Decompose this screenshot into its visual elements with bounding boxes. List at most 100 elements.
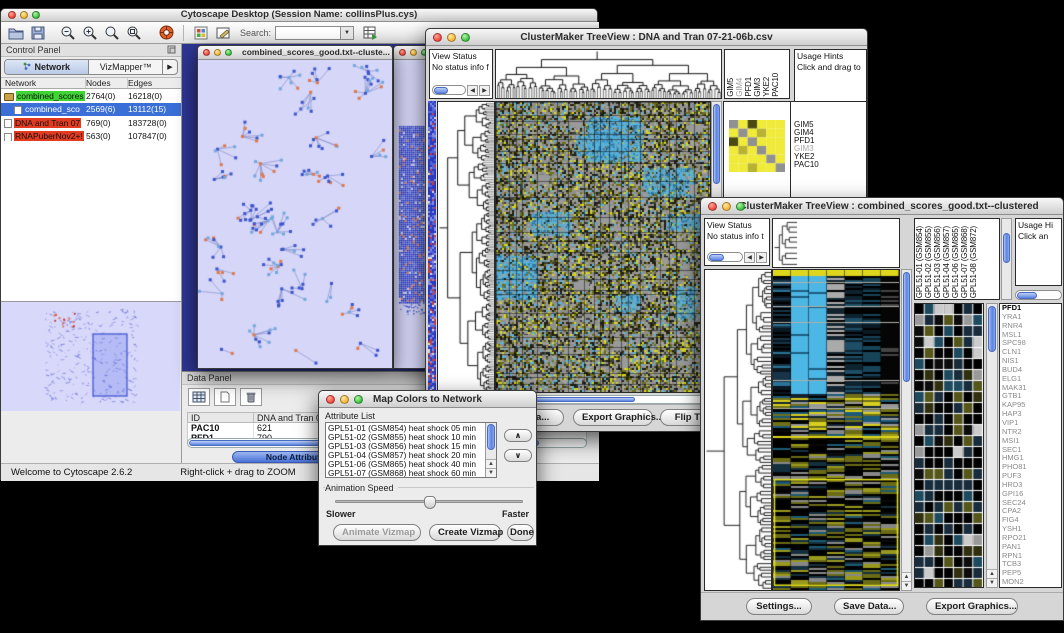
column-label[interactable]: GPL51-02 (GSM855) (925, 226, 933, 298)
attribute-item[interactable]: GPL51-07 (GSM868) heat shock 60 min (328, 469, 482, 477)
move-up-button[interactable]: ∧ (504, 429, 532, 442)
animate-vizmap-button[interactable]: Animate Vizmap (333, 524, 421, 541)
zoom-icon[interactable] (32, 11, 40, 19)
scroll-up-icon[interactable]: ▲ (987, 569, 997, 578)
column-labels-scrollbar[interactable] (1001, 218, 1012, 300)
gene-list-scrollbar[interactable]: ▲▼ (986, 303, 998, 588)
zoom-selected-button[interactable] (123, 23, 145, 43)
scroll-down-icon[interactable]: ▼ (987, 578, 997, 587)
search-dropdown-button[interactable]: ▼ (341, 26, 354, 40)
attribute-table-icon[interactable] (188, 388, 210, 406)
new-attribute-icon[interactable] (214, 388, 236, 406)
view-status-scrollbar[interactable]: ◀ ▶ (432, 84, 490, 96)
gene-label[interactable]: PAC10 (794, 161, 819, 169)
heatmap-canvas[interactable] (773, 270, 899, 590)
minimize-icon[interactable] (20, 11, 28, 19)
scroll-down-icon[interactable]: ▼ (902, 581, 911, 590)
data-col-id[interactable]: ID (188, 413, 254, 422)
column-label[interactable]: GPL51-08 (GSM872) (970, 226, 978, 298)
help-lifering-icon[interactable] (155, 23, 177, 43)
network-row[interactable]: RNAPuberNov2+!563(0)107847(0) (1, 130, 181, 144)
close-icon[interactable] (326, 395, 335, 404)
scroll-up-icon[interactable]: ▲ (902, 572, 911, 581)
column-label[interactable]: GIM4 (736, 78, 744, 97)
search-input[interactable] (275, 26, 341, 40)
tab-network[interactable]: Network (5, 60, 89, 74)
col-edges[interactable]: Edges (128, 78, 181, 88)
done-button[interactable]: Done (507, 524, 534, 541)
import-table-icon[interactable] (359, 23, 381, 43)
zoom-heatmap-canvas[interactable] (915, 304, 983, 587)
scroll-left-icon[interactable]: ◀ (744, 252, 755, 263)
heatmap-vscrollbar[interactable]: ▲▼ (901, 269, 912, 591)
minimize-icon[interactable] (340, 395, 349, 404)
close-icon[interactable] (433, 33, 442, 42)
close-icon[interactable] (708, 202, 717, 211)
zoom-icon[interactable] (225, 49, 232, 56)
annotation-icon[interactable] (212, 23, 234, 43)
scroll-left-icon[interactable]: ◀ (467, 85, 478, 96)
zoom-icon[interactable] (354, 395, 363, 404)
save-data-button[interactable]: Save Data... (834, 598, 904, 615)
birdseye-view[interactable] (1, 302, 180, 411)
column-label[interactable]: GPL51-07 (GSM868) (961, 226, 969, 298)
save-session-button[interactable] (27, 23, 49, 43)
row-dendrogram[interactable] (705, 270, 771, 590)
heatmap-canvas[interactable] (496, 102, 710, 392)
slider-thumb[interactable] (424, 496, 436, 509)
network-row[interactable]: combined_scores2764(0)16218(0) (1, 89, 181, 103)
col-nodes[interactable]: Nodes (86, 78, 128, 88)
attribute-listbox[interactable]: GPL51-01 (GSM854) heat shock 05 minGPL51… (325, 422, 497, 478)
create-vizmap-button[interactable]: Create Vizmap (429, 524, 501, 541)
row-dendrogram[interactable] (438, 102, 494, 392)
column-label[interactable]: PAC10 (772, 73, 780, 97)
minimize-icon[interactable] (410, 49, 417, 56)
zoom-fit-button[interactable] (101, 23, 123, 43)
zoom-out-button[interactable] (57, 23, 79, 43)
export-graphics-button[interactable]: Export Graphics... (926, 598, 1018, 615)
zoom-icon[interactable] (736, 202, 745, 211)
column-label[interactable]: GIM3 (754, 78, 762, 97)
open-session-button[interactable] (5, 23, 27, 43)
move-down-button[interactable]: ∨ (504, 449, 532, 462)
window-controls[interactable] (8, 11, 40, 19)
view-status-scrollbar[interactable]: ◀ ▶ (707, 251, 767, 263)
scroll-up-icon[interactable]: ▲ (486, 459, 496, 468)
gene-label[interactable]: MON2 (1002, 578, 1061, 587)
minimize-icon[interactable] (447, 33, 456, 42)
float-panel-icon[interactable] (167, 41, 176, 59)
network-row[interactable]: combined_sco2569(6)13112(15) (1, 103, 181, 117)
close-icon[interactable] (399, 49, 406, 56)
export-graphics-button[interactable]: Export Graphics... (573, 409, 653, 426)
column-label[interactable]: YKE2 (763, 77, 771, 97)
zoom-in-button[interactable] (79, 23, 101, 43)
tab-overflow-arrow[interactable]: ▶ (163, 60, 177, 74)
column-label[interactable]: PFD1 (745, 77, 753, 97)
animation-speed-slider[interactable] (335, 500, 523, 503)
col-network[interactable]: Network (1, 78, 86, 88)
attribute-list-scrollbar[interactable]: ▲▼ (485, 423, 496, 477)
settings-button[interactable]: Settings... (746, 598, 812, 615)
minimize-icon[interactable] (722, 202, 731, 211)
close-icon[interactable] (203, 49, 210, 56)
tab-vizmapper[interactable]: VizMapper™ (89, 60, 163, 74)
delete-attribute-trash-icon[interactable] (240, 388, 262, 406)
vizmap-grid-icon[interactable] (190, 23, 212, 43)
network-row[interactable]: DNA and Tran 07769(0)183728(0) (1, 116, 181, 130)
column-label[interactable]: GPL51-03 (GSM856) (934, 226, 942, 298)
column-label[interactable]: GPL51-04 (GSM857) (943, 226, 951, 298)
minimize-icon[interactable] (214, 49, 221, 56)
scroll-down-icon[interactable]: ▼ (486, 468, 496, 477)
main-titlebar[interactable]: Cytoscape Desktop (Session Name: collins… (1, 9, 597, 22)
scroll-right-icon[interactable]: ▶ (479, 85, 490, 96)
usage-hints-scrollbar[interactable] (1015, 289, 1062, 301)
network-canvas-1[interactable] (198, 60, 392, 368)
zoom-icon[interactable] (461, 33, 470, 42)
scroll-right-icon[interactable]: ▶ (756, 252, 767, 263)
column-label[interactable]: GIM5 (727, 78, 735, 97)
column-label[interactable]: GPL51-06 (GSM865) (952, 226, 960, 298)
close-icon[interactable] (8, 11, 16, 19)
column-dendrogram[interactable] (496, 50, 721, 98)
column-label[interactable]: GPL51-01 (GSM854) (916, 226, 924, 298)
column-dendrogram[interactable] (773, 219, 899, 267)
